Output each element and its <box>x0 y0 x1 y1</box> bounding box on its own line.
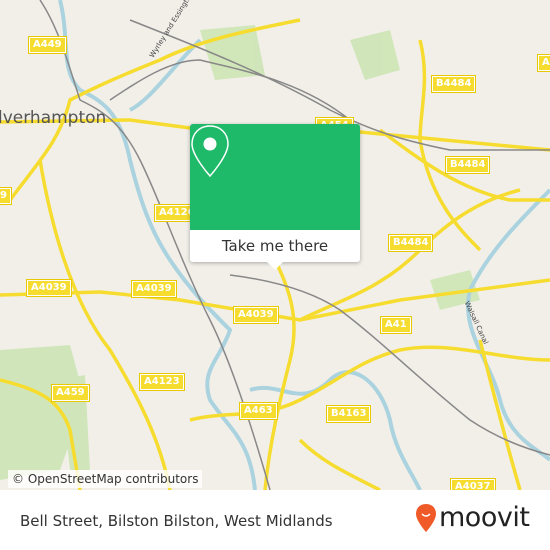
road-label: A41 <box>380 316 412 334</box>
map[interactable]: lverhampton Wyrley and Essington Canal W… <box>0 0 550 490</box>
road-label: A4039 <box>26 279 72 297</box>
popup-header <box>190 124 360 230</box>
road-label: B4484 <box>387 234 434 252</box>
road-label: A4039 <box>233 306 279 324</box>
road-label: A4037 <box>450 478 496 490</box>
road-label: A459 <box>51 384 90 402</box>
map-attribution[interactable]: © OpenStreetMap contributors <box>8 470 203 488</box>
road-label: A4123 <box>139 373 185 391</box>
road-label: A449 <box>28 36 67 54</box>
road-label: B4484 <box>430 75 477 93</box>
road-label: A4 <box>537 54 550 72</box>
moovit-logo[interactable]: moovit <box>415 502 530 533</box>
road-label: B4484 <box>444 156 491 174</box>
footer: Bell Street, Bilston Bilston, West Midla… <box>0 490 550 550</box>
destination-popup: Take me there <box>190 124 360 270</box>
road-label: A463 <box>239 402 278 420</box>
logo-text: moovit <box>439 502 530 533</box>
popup-pointer <box>267 262 283 270</box>
take-me-there-button[interactable]: Take me there <box>190 230 360 262</box>
map-pin-icon <box>191 125 229 178</box>
road-label: B4163 <box>325 405 372 423</box>
road-label: 9 <box>0 187 12 205</box>
moovit-pin-icon <box>416 503 436 532</box>
road-label: A4039 <box>131 280 177 298</box>
address-text: Bell Street, Bilston Bilston, West Midla… <box>20 512 333 530</box>
city-label: lverhampton <box>0 108 107 128</box>
